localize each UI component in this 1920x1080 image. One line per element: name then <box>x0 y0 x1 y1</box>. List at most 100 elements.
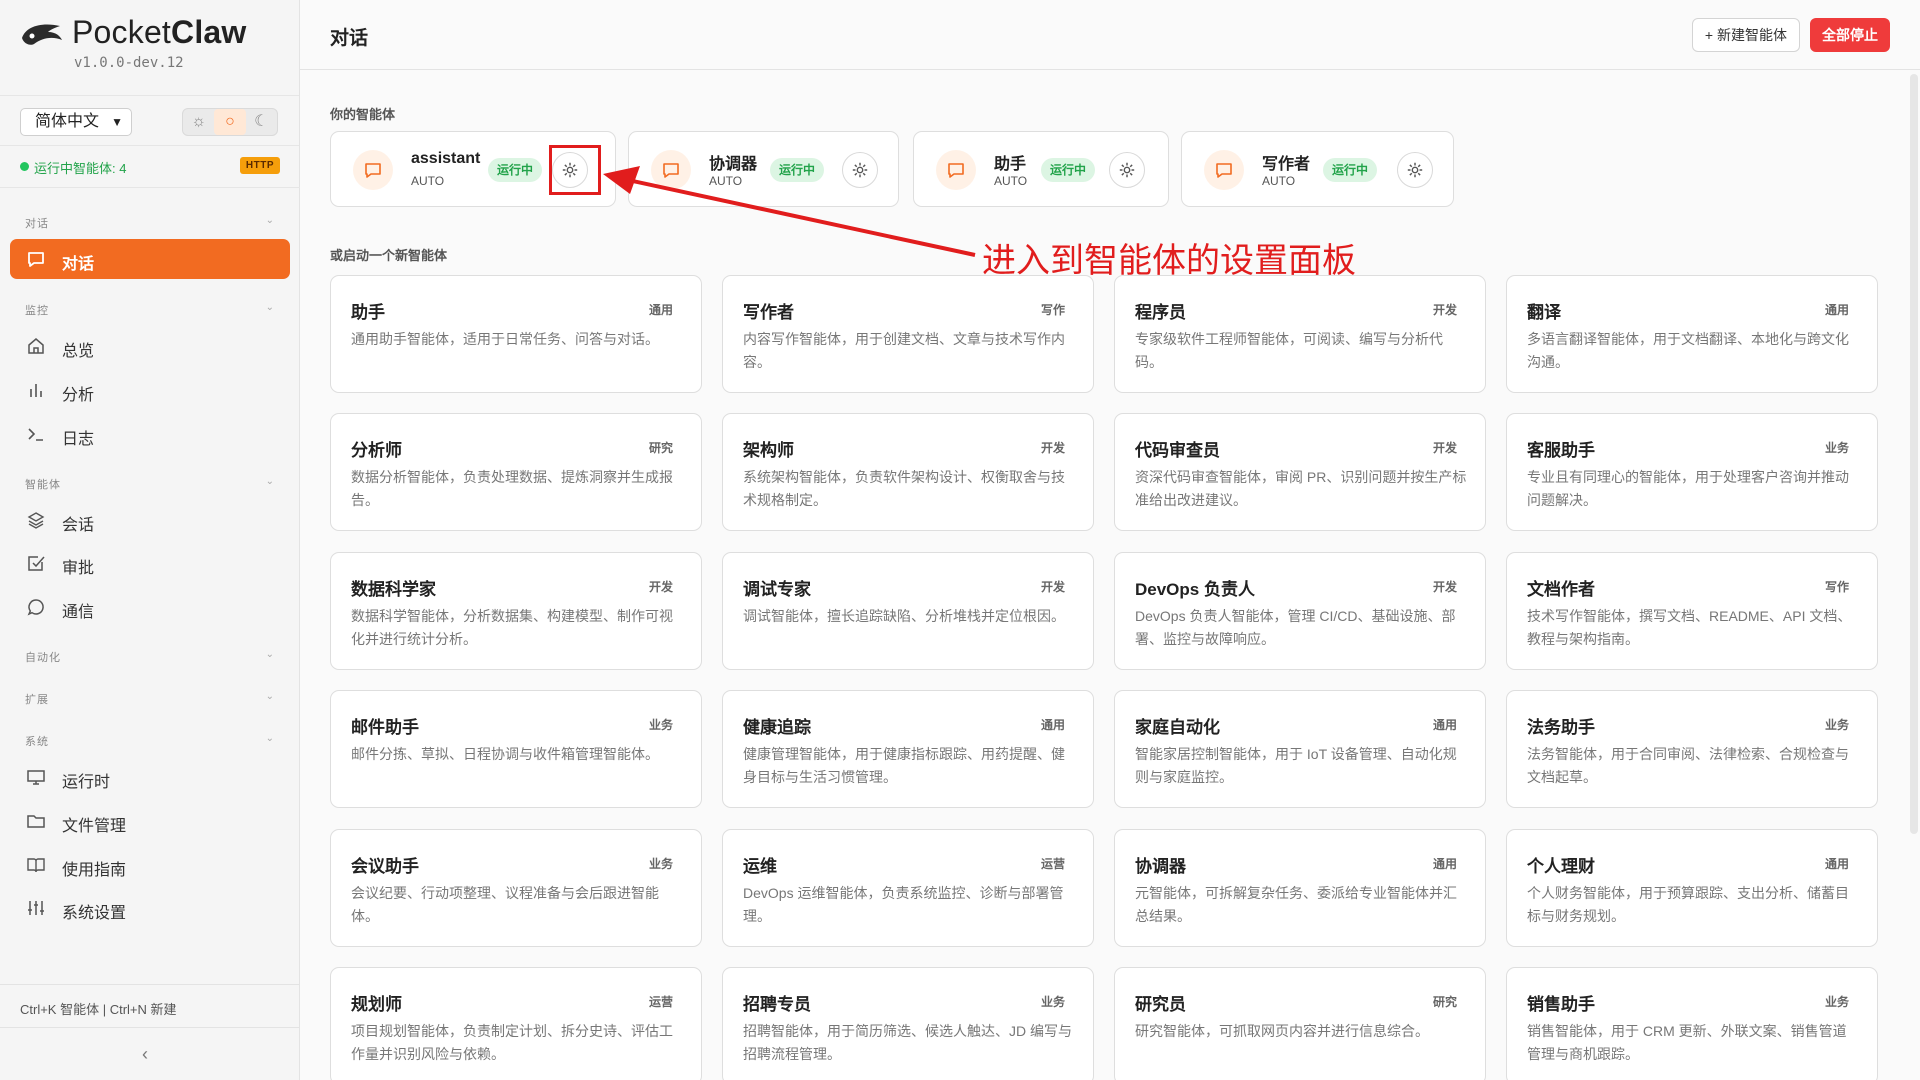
agent-template-card[interactable]: 会议助手 业务 会议纪要、行动项整理、议程准备与会后跟进智能体。 <box>330 829 702 947</box>
gear-icon <box>1407 162 1423 178</box>
collapse-sidebar-icon[interactable]: ‹ <box>142 1044 148 1065</box>
running-count-text: 运行中智能体: 4 <box>34 161 127 176</box>
sidebar-item-approval[interactable]: 审批 <box>10 543 290 583</box>
template-category-tag: 开发 <box>1040 580 1065 594</box>
chat-icon <box>1216 163 1232 178</box>
agent-template-card[interactable]: 架构师 开发 系统架构智能体，负责软件架构设计、权衡取舍与技术规格制定。 <box>722 413 1094 531</box>
agent-name: 助手 <box>994 156 1027 173</box>
template-title: 文档作者 <box>1527 580 1595 599</box>
agent-settings-button[interactable] <box>842 152 878 188</box>
language-select[interactable]: 简体中文 ▼ <box>20 108 132 136</box>
template-title: 销售助手 <box>1527 995 1595 1014</box>
template-description: 专家级软件工程师智能体，可阅读、编写与分析代码。 <box>1135 331 1443 370</box>
template-description: 数据分析智能体，负责处理数据、提炼洞察并生成报告。 <box>351 469 673 508</box>
section-chat[interactable]: 对话 ⌄ <box>25 215 275 231</box>
agent-settings-button[interactable] <box>1397 152 1433 188</box>
running-status: 运行中智能体: 4 HTTP <box>0 146 300 188</box>
app-name: PocketClaw <box>72 14 247 50</box>
sidebar-item-chat[interactable]: 对话 <box>10 239 290 279</box>
agent-template-card[interactable]: 个人理财 通用 个人财务智能体，用于预算跟踪、支出分析、储蓄目标与财务规划。 <box>1506 829 1878 947</box>
sidebar-item-guide[interactable]: 使用指南 <box>10 845 290 885</box>
template-category-tag: 通用 <box>1824 857 1849 871</box>
agent-template-card[interactable]: 调试专家 开发 调试智能体，擅长追踪缺陷、分析堆栈并定位根因。 <box>722 552 1094 670</box>
chat-icon <box>663 163 679 178</box>
agent-template-card[interactable]: 客服助手 业务 专业且有同理心的智能体，用于处理客户咨询并推动问题解决。 <box>1506 413 1878 531</box>
new-agent-button[interactable]: + 新建智能体 <box>1691 18 1800 52</box>
sidebar-item-logs[interactable]: 日志 <box>10 414 290 454</box>
template-category-tag: 运营 <box>1040 857 1065 871</box>
agent-template-card[interactable]: 邮件助手 业务 邮件分拣、草拟、日程协调与收件箱管理智能体。 <box>330 690 702 808</box>
agent-settings-button[interactable] <box>1109 152 1145 188</box>
section-agents[interactable]: 智能体 ⌄ <box>25 476 275 492</box>
agent-template-card[interactable]: 代码审查员 开发 资深代码审查智能体，审阅 PR、识别问题并按生产标准给出改进建议。 <box>1114 413 1486 531</box>
stop-all-button[interactable]: 全部停止 <box>1810 18 1890 52</box>
running-agent-card[interactable]: 助手 AUTO 运行中 <box>913 131 1169 207</box>
agent-template-card[interactable]: 招聘专员 业务 招聘智能体，用于简历筛选、候选人触达、JD 编写与招聘流程管理。 <box>722 967 1094 1080</box>
template-description: DevOps 负责人智能体，管理 CI/CD、基础设施、部署、监控与故障响应。 <box>1135 608 1456 647</box>
template-category-tag: 开发 <box>1432 441 1457 455</box>
template-category-tag: 业务 <box>1824 441 1849 455</box>
agent-template-card[interactable]: 规划师 运营 项目规划智能体，负责制定计划、拆分史诗、评估工作量并识别风险与依赖。 <box>330 967 702 1080</box>
agent-template-card[interactable]: 研究员 研究 研究智能体，可抓取网页内容并进行信息综合。 <box>1114 967 1486 1080</box>
agent-template-card[interactable]: 数据科学家 开发数据科学智能体，分析数据集、构建模型、制作可视化并进行统计分析。 <box>330 552 702 670</box>
agent-template-card[interactable]: 文档作者 写作 技术写作智能体，撰写文档、README、API 文档、教程与架构指南… <box>1506 552 1878 670</box>
theme-system-button[interactable]: ○ <box>214 109 246 135</box>
template-title: 研究员 <box>1135 995 1186 1014</box>
template-description: 元智能体，可拆解复杂任务、委派给专业智能体并汇总结果。 <box>1135 885 1457 924</box>
agent-template-card[interactable]: 写作者 写作 内容写作智能体，用于创建文档、文章与技术写作内容。 <box>722 275 1094 393</box>
template-title: 会议助手 <box>351 857 419 876</box>
agent-template-card[interactable]: 翻译 通用 多语言翻译智能体，用于文档翻译、本地化与跨文化沟通。 <box>1506 275 1878 393</box>
template-description: 调试智能体，擅长追踪缺陷、分析堆栈并定位根因。 <box>743 608 1065 624</box>
sidebar-item-analytics[interactable]: 分析 <box>10 370 290 410</box>
section-extensions[interactable]: 扩展 ⌄ <box>25 691 275 707</box>
sidebar-item-settings[interactable]: 系统设置 <box>10 888 290 928</box>
scrollbar[interactable] <box>1910 74 1918 834</box>
sidebar-item-overview[interactable]: 总览 <box>10 326 290 366</box>
template-title: 个人理财 <box>1527 857 1595 876</box>
agent-template-card[interactable]: 法务助手 业务 法务智能体，用于合同审阅、法律检索、合规检查与文档起草。 <box>1506 690 1878 808</box>
agent-template-card[interactable]: 助手 通用 通用助手智能体，适用于日常任务、问答与对话。 <box>330 275 702 393</box>
sliders-icon <box>28 901 44 915</box>
agent-template-card[interactable]: DevOps 负责人 开发 DevOps 负责人智能体，管理 CI/CD、基础设施、… <box>1114 552 1486 670</box>
section-automation[interactable]: 自动化 ⌄ <box>25 649 275 665</box>
template-title: 数据科学家 <box>351 580 436 599</box>
template-title: 法务助手 <box>1527 718 1595 737</box>
agent-template-card[interactable]: 家庭自动化 通用 智能家居控制智能体，用于 IoT 设备管理、自动化规则与家庭监控。 <box>1114 690 1486 808</box>
language-value: 简体中文 <box>35 113 100 130</box>
agent-avatar <box>651 150 691 190</box>
theme-dark-button[interactable]: ☾ <box>246 109 277 135</box>
page-title: 对话 <box>330 28 369 49</box>
book-icon <box>27 858 45 873</box>
home-icon <box>28 338 44 354</box>
template-category-tag: 写作 <box>1040 303 1065 317</box>
template-title: 程序员 <box>1135 303 1186 322</box>
running-badge: 运行中 <box>1323 158 1378 182</box>
template-category-tag: 业务 <box>648 857 673 871</box>
running-agent-card[interactable]: 协调器 AUTO 运行中 <box>628 131 899 207</box>
sidebar-item-files[interactable]: 文件管理 <box>10 801 290 841</box>
agent-template-card[interactable]: 运维 运营 DevOps 运维智能体，负责系统监控、诊断与部署管理。 <box>722 829 1094 947</box>
agent-template-card[interactable]: 健康追踪 通用 健康管理智能体，用于健康指标跟踪、用药提醒、健身目标与生活习惯管理。 <box>722 690 1094 808</box>
header: 对话 + 新建智能体 全部停止 <box>300 0 1920 70</box>
sidebar-item-sessions[interactable]: 会话 <box>10 500 290 540</box>
template-title: 分析师 <box>351 441 402 460</box>
agent-template-card[interactable]: 销售助手 业务 销售智能体，用于 CRM 更新、外联文案、销售管道管理与商机跟踪。 <box>1506 967 1878 1080</box>
template-title: 写作者 <box>743 303 794 322</box>
agent-template-card[interactable]: 分析师 研究 数据分析智能体，负责处理数据、提炼洞察并生成报告。 <box>330 413 702 531</box>
app-version: v1.0.0-dev.12 <box>74 55 184 71</box>
agent-avatar <box>1204 150 1244 190</box>
sidebar-item-comms[interactable]: 通信 <box>10 587 290 627</box>
section-monitor[interactable]: 监控 ⌄ <box>25 302 275 318</box>
sidebar-item-runtime[interactable]: 运行时 <box>10 757 290 797</box>
template-category-tag: 通用 <box>1040 718 1065 732</box>
agent-template-card[interactable]: 协调器 通用 元智能体，可拆解复杂任务、委派给专业智能体并汇总结果。 <box>1114 829 1486 947</box>
section-system[interactable]: 系统 ⌄ <box>25 733 275 749</box>
template-category-tag: 开发 <box>648 580 673 594</box>
running-badge: 运行中 <box>770 158 825 182</box>
template-description: 数据科学智能体，分析数据集、构建模型、制作可视化并进行统计分析。 <box>351 608 673 647</box>
theme-light-button[interactable]: ☼ <box>183 109 214 135</box>
main-content: 你的智能体 assistant AUTO 运行中 协调器 AUTO 运行中 助手… <box>300 71 1920 1080</box>
agent-template-card[interactable]: 程序员 开发 专家级软件工程师智能体，可阅读、编写与分析代码。 <box>1114 275 1486 393</box>
agent-avatar <box>936 150 976 190</box>
running-agent-card[interactable]: 写作者 AUTO 运行中 <box>1181 131 1454 207</box>
